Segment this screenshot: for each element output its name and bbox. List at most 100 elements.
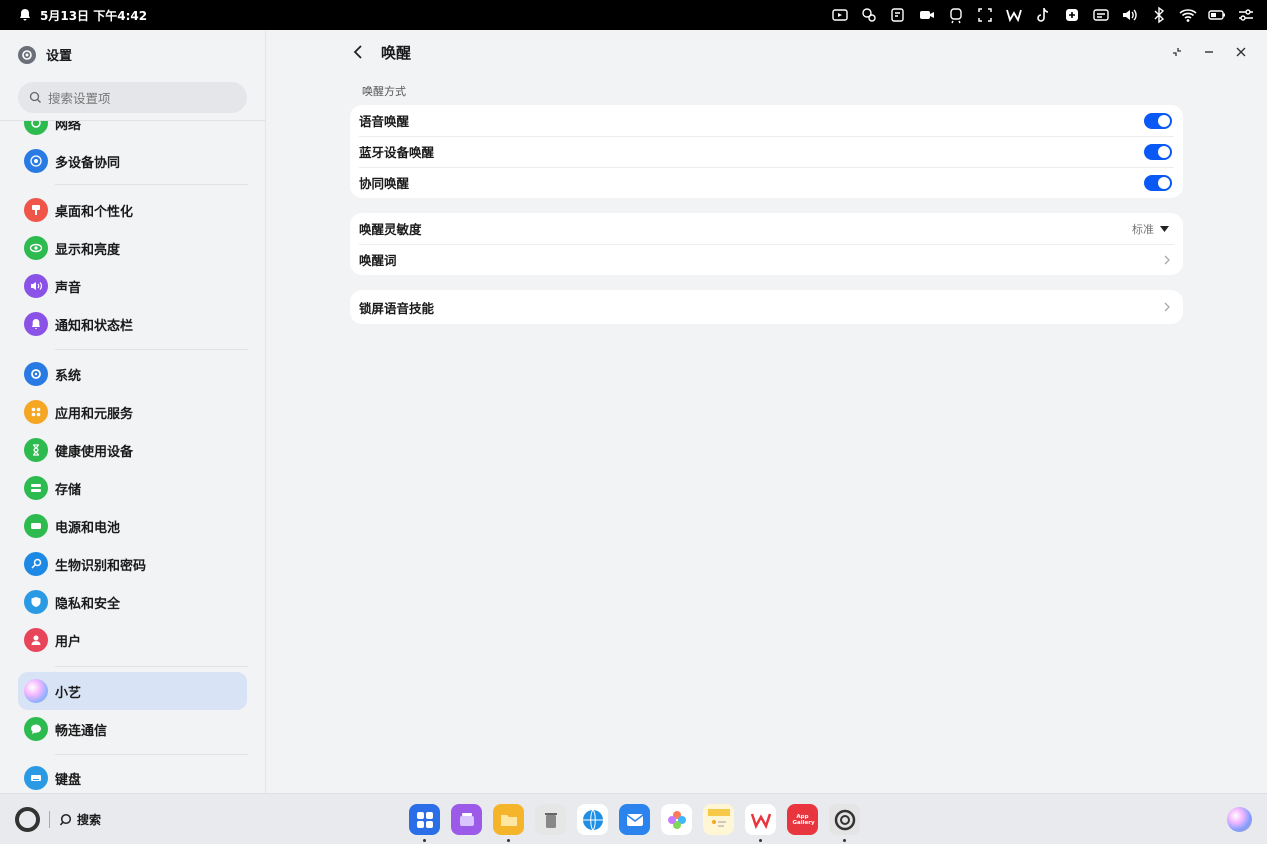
status-bar: 5月13日 下午4:42 xyxy=(0,0,1267,30)
wps-icon[interactable] xyxy=(745,804,776,842)
multitask-icon[interactable] xyxy=(451,804,482,835)
sidebar-item-network[interactable]: 网络 xyxy=(18,121,247,142)
bell-icon xyxy=(20,9,30,21)
sidebar-divider xyxy=(55,349,248,350)
main-panel: 唤醒 唤醒方式 语音唤醒 蓝牙设备唤醒 协同唤醒 唤醒灵敏度 标准 唤醒词 锁屏… xyxy=(267,30,1267,793)
wake-methods-card: 语音唤醒 蓝牙设备唤醒 协同唤醒 xyxy=(350,105,1183,198)
bluetooth-wake-toggle[interactable] xyxy=(1144,144,1172,160)
search-icon xyxy=(59,813,72,825)
sidebar-item-multi-device[interactable]: 多设备协同 xyxy=(18,142,247,180)
settings-sidebar: 设置 搜索设置项 网络 多设备协同 桌面和个性化 显示和亮度 声音 通知和状态栏… xyxy=(0,30,266,793)
app-center-icon[interactable] xyxy=(409,804,440,842)
apps-grid-icon xyxy=(24,400,48,424)
files-icon[interactable] xyxy=(493,804,524,842)
sidebar-item-storage[interactable]: 存储 xyxy=(18,469,247,507)
voice-wake-row[interactable]: 语音唤醒 xyxy=(350,105,1183,136)
eye-icon xyxy=(24,236,48,260)
sidebar-item-system[interactable]: 系统 xyxy=(18,355,247,393)
mail-icon[interactable] xyxy=(619,804,650,835)
lock-screen-card: 锁屏语音技能 xyxy=(350,290,1183,324)
sidebar-item-display[interactable]: 显示和亮度 xyxy=(18,229,247,267)
search-icon xyxy=(29,91,41,103)
storage-icon xyxy=(24,476,48,500)
sensitivity-value: 标准 xyxy=(1132,222,1154,236)
projection-icon[interactable] xyxy=(831,6,849,24)
appgallery-icon[interactable]: App Gallery xyxy=(787,804,818,835)
wifi-icon[interactable] xyxy=(1179,6,1197,24)
close-icon[interactable] xyxy=(1233,44,1249,60)
collab-wake-toggle[interactable] xyxy=(1144,175,1172,191)
video-icon[interactable] xyxy=(918,6,936,24)
sidebar-divider xyxy=(55,184,248,185)
sidebar-divider xyxy=(55,754,248,755)
chevron-right-icon xyxy=(1164,255,1170,264)
sensitivity-row[interactable]: 唤醒灵敏度 标准 xyxy=(350,213,1183,244)
sidebar-item-sound[interactable]: 声音 xyxy=(18,267,247,305)
sidebar-title: 设置 xyxy=(46,49,73,64)
celia-orb-icon xyxy=(24,679,48,703)
trash-icon[interactable] xyxy=(535,804,566,835)
taskbar-dock: 搜索 App Gallery xyxy=(0,793,1267,844)
sidebar-list: 网络 多设备协同 桌面和个性化 显示和亮度 声音 通知和状态栏 系统 应用和元服… xyxy=(0,120,265,793)
wake-word-row[interactable]: 唤醒词 xyxy=(350,244,1183,275)
sidebar-item-biometrics[interactable]: 生物识别和密码 xyxy=(18,545,247,583)
volume-icon[interactable] xyxy=(1121,6,1139,24)
sidebar-item-battery[interactable]: 电源和电池 xyxy=(18,507,247,545)
sidebar-item-apps[interactable]: 应用和元服务 xyxy=(18,393,247,431)
dock-apps: App Gallery xyxy=(409,804,860,842)
page-title: 唤醒 xyxy=(381,44,412,62)
gallery-icon[interactable] xyxy=(661,804,692,835)
voice-wake-toggle[interactable] xyxy=(1144,113,1172,129)
hourglass-icon xyxy=(24,438,48,462)
app-icon[interactable] xyxy=(1063,6,1081,24)
brush-icon xyxy=(24,198,48,222)
wake-settings-card: 唤醒灵敏度 标准 唤醒词 xyxy=(350,213,1183,275)
search-input[interactable]: 搜索设置项 xyxy=(18,82,247,113)
window-controls xyxy=(1169,44,1249,60)
sidebar-item-privacy[interactable]: 隐私和安全 xyxy=(18,583,247,621)
collab-wake-row[interactable]: 协同唤醒 xyxy=(350,167,1183,198)
start-button[interactable] xyxy=(15,807,40,832)
status-datetime: 5月13日 下午4:42 xyxy=(40,8,148,23)
sidebar-item-keyboard[interactable]: 键盘 xyxy=(18,759,247,793)
lock-screen-skills-row[interactable]: 锁屏语音技能 xyxy=(350,290,1183,324)
bluetooth-wake-row[interactable]: 蓝牙设备唤醒 xyxy=(350,136,1183,167)
browser-icon[interactable] xyxy=(577,804,608,835)
system-gear-icon xyxy=(24,362,48,386)
key-icon xyxy=(24,552,48,576)
keyboard-icon xyxy=(24,766,48,790)
minimize-icon[interactable] xyxy=(1201,44,1217,60)
caret-down-icon xyxy=(1160,225,1169,232)
train-icon[interactable] xyxy=(947,6,965,24)
multi-device-icon xyxy=(24,149,48,173)
back-arrow-icon[interactable] xyxy=(351,42,367,62)
status-icons xyxy=(831,0,1255,30)
sensitivity-dropdown[interactable]: 标准 xyxy=(1132,221,1169,237)
settings-icon[interactable] xyxy=(829,804,860,842)
dock-search-button[interactable]: 搜索 xyxy=(59,811,101,828)
tiktok-icon[interactable] xyxy=(1034,6,1052,24)
sidebar-item-digital-health[interactable]: 健康使用设备 xyxy=(18,431,247,469)
section-label-wake-methods: 唤醒方式 xyxy=(362,85,406,98)
note-icon[interactable] xyxy=(889,6,907,24)
chat-icon xyxy=(24,717,48,741)
shield-icon xyxy=(24,590,48,614)
wps-icon[interactable] xyxy=(1005,6,1023,24)
bell-icon xyxy=(24,312,48,336)
restore-icon[interactable] xyxy=(1169,44,1185,60)
screenshot-icon[interactable] xyxy=(976,6,994,24)
sidebar-item-users[interactable]: 用户 xyxy=(18,621,247,659)
sidebar-item-desktop[interactable]: 桌面和个性化 xyxy=(18,191,247,229)
dock-divider xyxy=(49,811,50,828)
caption-icon[interactable] xyxy=(1092,6,1110,24)
sidebar-item-notifications[interactable]: 通知和状态栏 xyxy=(18,305,247,343)
notes-icon[interactable] xyxy=(703,804,734,835)
sidebar-item-meetime[interactable]: 畅连通信 xyxy=(18,710,247,748)
connect-icon[interactable] xyxy=(860,6,878,24)
battery-icon[interactable] xyxy=(1208,6,1226,24)
bluetooth-icon[interactable] xyxy=(1150,6,1168,24)
sidebar-item-celia[interactable]: 小艺 xyxy=(18,672,247,710)
quick-settings-icon[interactable] xyxy=(1237,6,1255,24)
celia-orb-icon[interactable] xyxy=(1227,807,1252,832)
sidebar-header: 设置 xyxy=(18,45,72,64)
